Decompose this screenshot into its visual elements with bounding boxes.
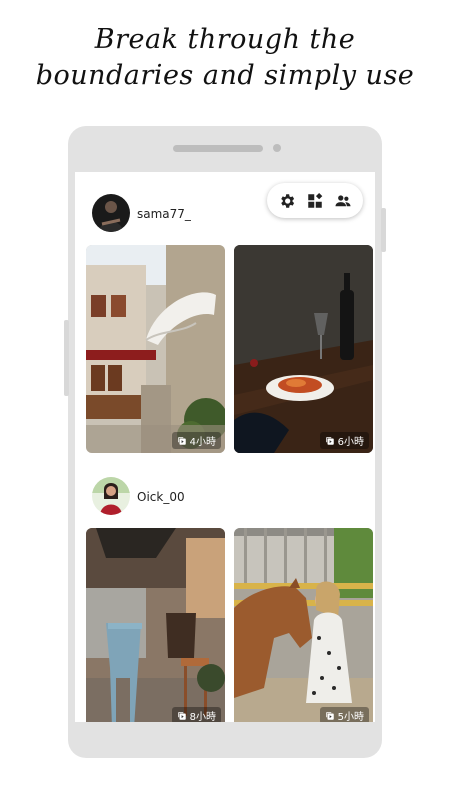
avatar[interactable] xyxy=(92,194,130,232)
user-avatar-oick xyxy=(92,477,130,515)
promo-headline: Break through the boundaries and simply … xyxy=(0,22,450,94)
time-badge: 6小時 xyxy=(319,432,369,449)
video-clip-icon xyxy=(325,436,334,445)
time-label: 5小時 xyxy=(337,712,364,722)
video-clip-icon xyxy=(177,711,186,720)
time-badge: 5小時 xyxy=(319,707,369,722)
time-badge: 4小時 xyxy=(171,432,221,449)
phone-speaker xyxy=(173,145,263,152)
photo-card[interactable]: 8小時 xyxy=(86,528,225,722)
people-icon[interactable] xyxy=(334,192,352,210)
app-screen: sama77_ 4小時 6小時 Oick_00 8小時 5小時 xyxy=(75,172,375,722)
headline-line-1: Break through the xyxy=(94,24,356,55)
headline-line-2: boundaries and simply use xyxy=(35,60,415,91)
video-clip-icon xyxy=(325,711,334,720)
photo-girl-horse xyxy=(234,528,373,722)
time-label: 8小時 xyxy=(189,712,216,722)
time-badge: 8小時 xyxy=(171,707,221,722)
avatar[interactable] xyxy=(92,477,130,515)
phone-side-button-left xyxy=(64,320,69,396)
phone-camera xyxy=(273,144,281,152)
time-label: 6小時 xyxy=(337,437,364,448)
settings-gear-icon[interactable] xyxy=(278,192,296,210)
photo-cafe-chairs xyxy=(86,528,225,722)
action-toolbar xyxy=(267,183,363,218)
photo-card[interactable]: 5小時 xyxy=(234,528,373,722)
username[interactable]: Oick_00 xyxy=(137,490,185,504)
video-clip-icon xyxy=(177,436,186,445)
time-label: 4小時 xyxy=(189,437,216,448)
username[interactable]: sama77_ xyxy=(137,207,191,221)
photo-card[interactable]: 6小時 xyxy=(234,245,373,453)
photo-pasta-wine xyxy=(234,245,373,453)
photo-old-town-alley xyxy=(86,245,225,453)
photo-card[interactable]: 4小時 xyxy=(86,245,225,453)
user-avatar-sama77 xyxy=(92,194,130,232)
phone-side-button-right xyxy=(381,208,386,252)
widgets-icon[interactable] xyxy=(306,192,324,210)
